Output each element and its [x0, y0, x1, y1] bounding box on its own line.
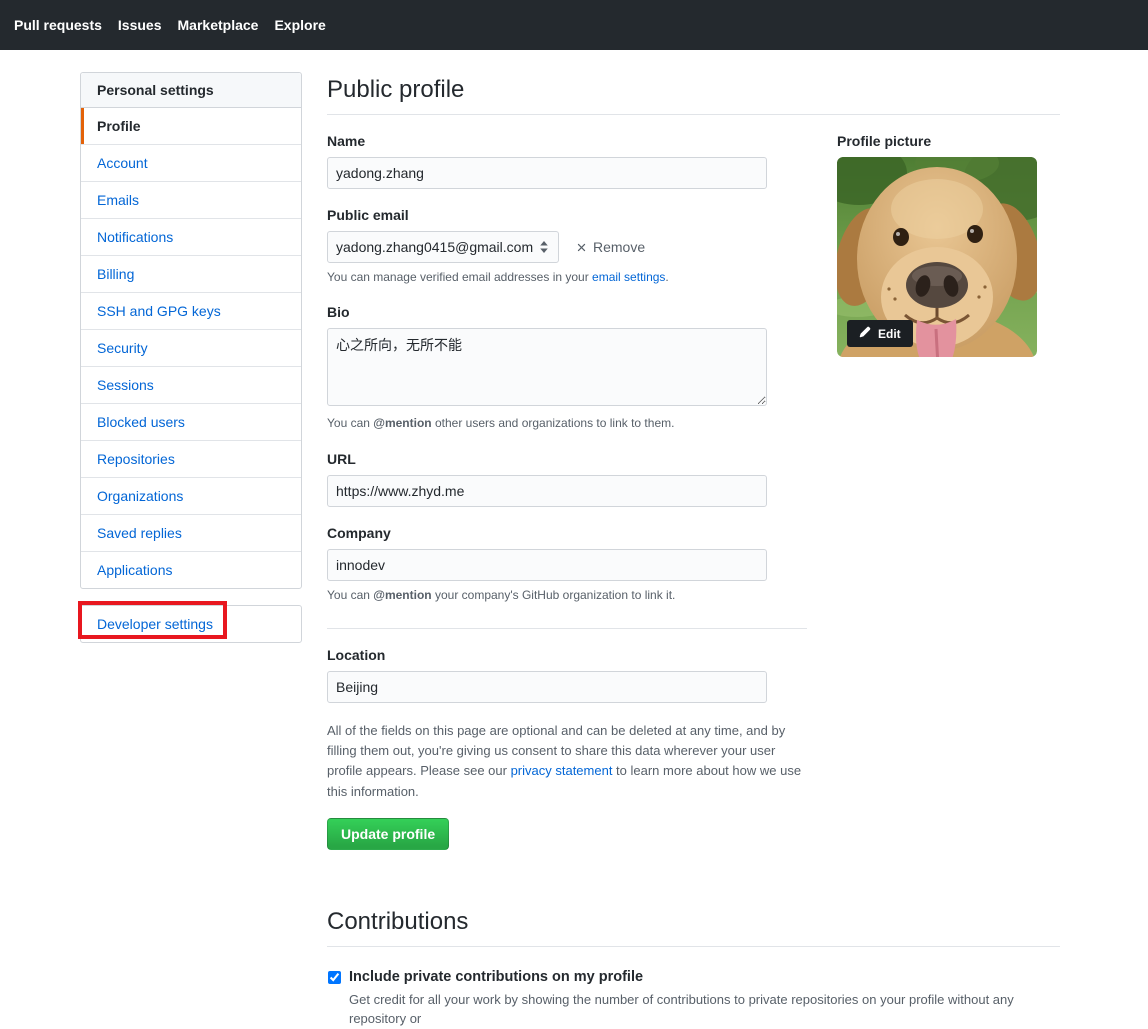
- remove-email-button[interactable]: Remove: [575, 239, 645, 255]
- public-email-selected-value: yadong.zhang0415@gmail.com: [336, 239, 533, 255]
- x-icon: [575, 241, 588, 254]
- url-input[interactable]: [327, 475, 767, 507]
- settings-sidebar: Personal settings Profile Account Emails…: [80, 72, 302, 643]
- private-contributions-checkbox[interactable]: [328, 971, 341, 984]
- pencil-icon: [859, 326, 871, 341]
- settings-page: Personal settings Profile Account Emails…: [0, 50, 1148, 1029]
- private-contributions-help: Get credit for all your work by showing …: [349, 990, 1060, 1029]
- top-navigation: Pull requests Issues Marketplace Explore: [0, 0, 1148, 50]
- public-email-select[interactable]: yadong.zhang0415@gmail.com: [327, 231, 559, 263]
- contributions-title: Contributions: [327, 908, 1060, 947]
- sidebar-item-developer-settings[interactable]: Developer settings: [81, 606, 301, 642]
- privacy-disclaimer: All of the fields on this page are optio…: [327, 721, 807, 802]
- sidebar-item-blocked-users[interactable]: Blocked users: [81, 403, 301, 440]
- public-email-label: Public email: [327, 207, 807, 223]
- contributions-section: Contributions Include private contributi…: [327, 908, 1060, 1029]
- nav-marketplace[interactable]: Marketplace: [170, 17, 267, 33]
- sidebar-item-applications[interactable]: Applications: [81, 551, 301, 588]
- profile-picture-section: Profile picture: [837, 115, 1037, 850]
- sidebar-item-profile[interactable]: Profile: [81, 108, 301, 144]
- personal-settings-menu: Personal settings Profile Account Emails…: [80, 72, 302, 589]
- sidebar-item-emails[interactable]: Emails: [81, 181, 301, 218]
- bio-label: Bio: [327, 304, 807, 320]
- email-help-note: You can manage verified email addresses …: [327, 269, 807, 286]
- sidebar-item-sessions[interactable]: Sessions: [81, 366, 301, 403]
- updown-caret-icon: [538, 240, 550, 254]
- sidebar-item-saved-replies[interactable]: Saved replies: [81, 514, 301, 551]
- url-label: URL: [327, 451, 807, 467]
- name-label: Name: [327, 133, 807, 149]
- edit-button-label: Edit: [878, 327, 901, 341]
- company-input[interactable]: [327, 549, 767, 581]
- developer-settings-box: Developer settings: [80, 605, 302, 643]
- main-content: Public profile Name Public email yadong.…: [327, 72, 1060, 1029]
- page-title: Public profile: [327, 76, 1060, 115]
- sidebar-item-notifications[interactable]: Notifications: [81, 218, 301, 255]
- bio-help-note: You can @mention other users and organiz…: [327, 415, 807, 432]
- sidebar-item-security[interactable]: Security: [81, 329, 301, 366]
- remove-email-label: Remove: [593, 239, 645, 255]
- form-divider: [327, 628, 807, 629]
- sidebar-header: Personal settings: [81, 73, 301, 108]
- sidebar-item-organizations[interactable]: Organizations: [81, 477, 301, 514]
- sidebar-item-billing[interactable]: Billing: [81, 255, 301, 292]
- update-profile-button[interactable]: Update profile: [327, 818, 449, 850]
- sidebar-item-account[interactable]: Account: [81, 144, 301, 181]
- profile-picture-label: Profile picture: [837, 133, 1037, 149]
- private-contributions-label: Include private contributions on my prof…: [349, 969, 643, 985]
- sidebar-item-repositories[interactable]: Repositories: [81, 440, 301, 477]
- location-input[interactable]: [327, 671, 767, 703]
- nav-explore[interactable]: Explore: [266, 17, 333, 33]
- company-label: Company: [327, 525, 807, 541]
- privacy-statement-link[interactable]: privacy statement: [511, 763, 613, 778]
- sidebar-item-ssh-gpg-keys[interactable]: SSH and GPG keys: [81, 292, 301, 329]
- bio-textarea[interactable]: 心之所向，无所不能: [327, 328, 767, 406]
- public-profile-form: Name Public email yadong.zhang0415@gmail…: [327, 115, 807, 850]
- edit-profile-picture-button[interactable]: Edit: [847, 320, 913, 347]
- nav-pull-requests[interactable]: Pull requests: [6, 17, 110, 33]
- location-label: Location: [327, 647, 807, 663]
- name-input[interactable]: [327, 157, 767, 189]
- company-help-note: You can @mention your company's GitHub o…: [327, 587, 807, 604]
- email-settings-link[interactable]: email settings: [592, 270, 665, 284]
- nav-issues[interactable]: Issues: [110, 17, 170, 33]
